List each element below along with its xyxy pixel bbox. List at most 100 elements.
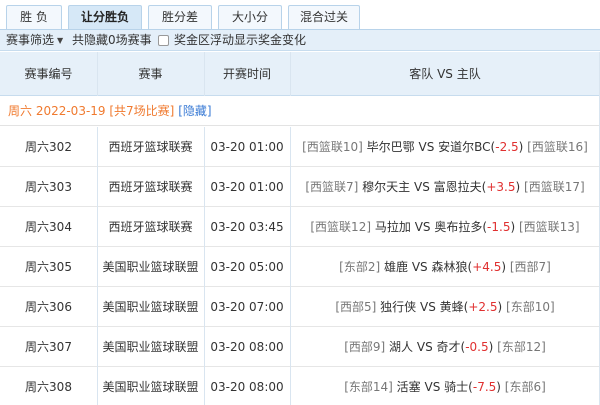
filter-bar: 赛事筛选 ▼ 共隐藏0场赛事 奖金区浮动显示奖金变化 — [0, 30, 600, 51]
tab-over-under[interactable]: 大小分 — [218, 5, 282, 29]
chevron-down-icon[interactable]: ▼ — [57, 30, 63, 51]
match-number: 周六306 — [25, 300, 72, 314]
home-team[interactable]: 奇才 — [437, 340, 461, 354]
away-team[interactable]: 活塞 — [397, 380, 421, 394]
home-rank: [东部12] — [497, 340, 546, 354]
tab-win-lose[interactable]: 胜 负 — [6, 5, 62, 29]
away-rank: [东部2] — [339, 260, 381, 274]
away-rank: [东部14] — [344, 380, 393, 394]
teams-cell: [西部5] 独行侠 VS 黄蜂(+2.5) [东部10] — [290, 287, 600, 327]
table-row[interactable]: 周六304 西班牙篮球联赛 03-20 03:45 [西篮联12] 马拉加 VS 奥布… — [0, 207, 600, 247]
teams-cell: [西篮联7] 穆尔天主 VS 富恩拉夫(+3.5) [西篮联17] — [290, 167, 600, 207]
vs-label: VS — [424, 380, 441, 394]
league-name[interactable]: 美国职业篮球联盟 — [97, 327, 204, 367]
home-team[interactable]: 骑士 — [444, 380, 468, 394]
away-rank: [西部9] — [344, 340, 386, 354]
home-rank: [东部10] — [506, 300, 555, 314]
home-rank: [西篮联17] — [524, 180, 585, 194]
vs-label: VS — [418, 140, 435, 154]
league-name[interactable]: 西班牙篮球联赛 — [97, 127, 204, 167]
away-rank: [西篮联7] — [305, 180, 359, 194]
handicap-value: +4.5 — [472, 260, 502, 274]
match-number: 周六304 — [25, 220, 72, 234]
table-row[interactable]: 周六303 西班牙篮球联赛 03-20 01:00 [西篮联7] 穆尔天主 VS 富恩… — [0, 167, 600, 207]
match-number: 周六307 — [25, 340, 72, 354]
home-rank: [西部7] — [509, 260, 551, 274]
match-number: 周六302 — [25, 140, 72, 154]
away-team[interactable]: 独行侠 — [380, 300, 416, 314]
away-team[interactable]: 毕尔巴鄂 — [367, 140, 415, 154]
handicap-value: -7.5 — [472, 380, 497, 394]
kickoff-time: 03-20 05:00 — [210, 260, 284, 274]
home-team[interactable]: 安道尔BC — [438, 140, 490, 154]
vs-label: VS — [420, 300, 436, 314]
tab-handicap-win-lose[interactable]: 让分胜负 — [68, 5, 142, 29]
teams-cell: [东部2] 雄鹿 VS 森林狼(+4.5) [西部7] — [290, 247, 600, 287]
handicap-value: +2.5 — [468, 300, 498, 314]
handicap: (+2.5) — [463, 300, 503, 314]
away-rank: [西部5] — [335, 300, 377, 314]
vs-label: VS — [414, 220, 431, 234]
bonus-float-checkbox[interactable] — [158, 35, 169, 46]
header-time: 开赛时间 — [222, 67, 271, 81]
kickoff-time: 03-20 08:00 — [210, 380, 284, 394]
header-teams: 客队 VS 主队 — [409, 67, 481, 81]
teams-cell: [西篮联10] 毕尔巴鄂 VS 安道尔BC(-2.5) [西篮联16] — [290, 127, 600, 167]
away-team[interactable]: 湖人 — [389, 340, 413, 354]
handicap: (-1.5) — [482, 220, 516, 234]
table-row[interactable]: 周六305 美国职业篮球联盟 03-20 05:00 [东部2] 雄鹿 VS 森林狼(… — [0, 247, 600, 287]
kickoff-time: 03-20 01:00 — [210, 180, 284, 194]
teams-cell: [西篮联12] 马拉加 VS 奥布拉多(-1.5) [西篮联13] — [290, 207, 600, 247]
teams-cell: [西部9] 湖人 VS 奇才(-0.5) [东部12] — [290, 327, 600, 367]
kickoff-time: 03-20 01:00 — [210, 140, 284, 154]
away-rank: [西篮联10] — [302, 140, 363, 154]
kickoff-time: 03-20 08:00 — [210, 340, 284, 354]
home-rank: [西篮联16] — [527, 140, 588, 154]
league-name[interactable]: 美国职业篮球联盟 — [97, 367, 204, 405]
table-header: 赛事编号 赛事 开赛时间 客队 VS 主队 — [0, 52, 600, 96]
league-name[interactable]: 西班牙篮球联赛 — [97, 207, 204, 247]
handicap: (+4.5) — [467, 260, 507, 274]
handicap: (+3.5) — [481, 180, 521, 194]
header-league: 赛事 — [138, 67, 163, 81]
match-number: 周六308 — [25, 380, 72, 394]
kickoff-time: 03-20 07:00 — [210, 300, 284, 314]
league-name[interactable]: 美国职业篮球联盟 — [97, 247, 204, 287]
home-rank: [西篮联13] — [518, 220, 580, 234]
handicap: (-7.5) — [468, 380, 501, 394]
hide-group-link[interactable]: [隐藏] — [178, 104, 211, 118]
league-name[interactable]: 美国职业篮球联盟 — [97, 287, 204, 327]
home-team[interactable]: 黄蜂 — [440, 300, 464, 314]
league-filter-dropdown[interactable]: 赛事筛选 — [6, 30, 54, 51]
table-row[interactable]: 周六302 西班牙篮球联赛 03-20 01:00 [西篮联10] 毕尔巴鄂 VS 安… — [0, 127, 600, 167]
away-team[interactable]: 穆尔天主 — [362, 180, 410, 194]
home-team[interactable]: 森林狼 — [431, 260, 467, 274]
table-row[interactable]: 周六307 美国职业篮球联盟 03-20 08:00 [西部9] 湖人 VS 奇才(-… — [0, 327, 600, 367]
away-team[interactable]: 马拉加 — [375, 220, 411, 234]
kickoff-time: 03-20 03:45 — [210, 220, 284, 234]
date-group-text: 周六 2022-03-19 [共7场比赛] — [8, 104, 175, 118]
away-rank: [西篮联12] — [310, 220, 372, 234]
date-group-label: 周六 2022-03-19 [共7场比赛] [隐藏] — [8, 96, 212, 126]
table-row[interactable]: 周六308 美国职业篮球联盟 03-20 08:00 [东部14] 活塞 VS 骑士(… — [0, 367, 600, 405]
tab-bar: 胜 负 让分胜负 胜分差 大小分 混合过关 — [0, 0, 600, 30]
vs-label: VS — [411, 260, 428, 274]
match-number: 周六303 — [25, 180, 72, 194]
tab-parlay[interactable]: 混合过关 — [288, 5, 360, 29]
home-team[interactable]: 富恩拉夫 — [434, 180, 482, 194]
vs-label: VS — [416, 340, 433, 354]
home-rank: [东部6] — [504, 380, 546, 394]
handicap-value: -0.5 — [465, 340, 489, 354]
vs-label: VS — [414, 180, 430, 194]
league-name[interactable]: 西班牙篮球联赛 — [97, 167, 204, 207]
table-row[interactable]: 周六306 美国职业篮球联盟 03-20 07:00 [西部5] 独行侠 VS 黄蜂(… — [0, 287, 600, 327]
handicap-value: -2.5 — [495, 140, 519, 154]
home-team[interactable]: 奥布拉多 — [434, 220, 482, 234]
handicap-value: -1.5 — [487, 220, 511, 234]
handicap-value: +3.5 — [486, 180, 516, 194]
match-number: 周六305 — [25, 260, 72, 274]
handicap: (-2.5) — [490, 140, 524, 154]
tab-point-margin[interactable]: 胜分差 — [148, 5, 212, 29]
away-team[interactable]: 雄鹿 — [384, 260, 408, 274]
bonus-float-label: 奖金区浮动显示奖金变化 — [174, 33, 307, 47]
